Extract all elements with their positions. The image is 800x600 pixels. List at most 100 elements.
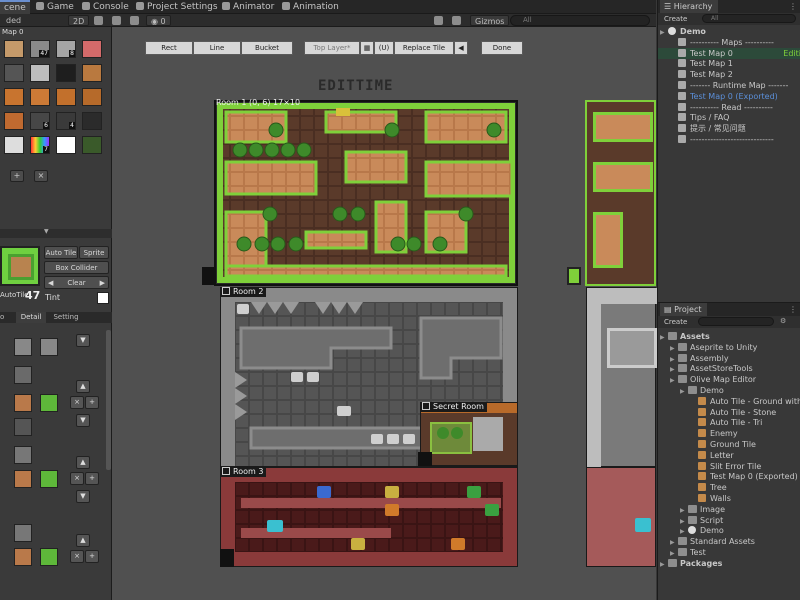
room-3[interactable] bbox=[220, 467, 518, 567]
tab-animation[interactable]: Animation bbox=[278, 0, 339, 14]
room-toggle-checkbox[interactable] bbox=[222, 287, 230, 295]
create-dropdown[interactable]: Create bbox=[664, 14, 687, 24]
expand-arrow-icon[interactable]: ▶ bbox=[680, 526, 688, 536]
rule-cell[interactable] bbox=[14, 446, 32, 464]
tab-detail[interactable]: Detail bbox=[16, 312, 46, 323]
room-toggle-checkbox[interactable] bbox=[422, 402, 430, 410]
add-tile-button[interactable]: + bbox=[10, 170, 24, 182]
project-item[interactable]: ▶ Assets bbox=[658, 331, 800, 342]
map-copy-room-2[interactable] bbox=[586, 287, 657, 468]
project-item[interactable]: Slit Error Tile bbox=[658, 461, 800, 472]
project-item[interactable]: ▶ Demo bbox=[658, 525, 800, 536]
tab-hierarchy[interactable]: ☰ Hierarchy bbox=[660, 0, 719, 13]
hierarchy-item[interactable]: Tips / FAQ bbox=[658, 112, 800, 123]
collapse-icon[interactable]: ▼ bbox=[44, 228, 49, 235]
project-item[interactable]: ▶ AssetStoreTools bbox=[658, 363, 800, 374]
project-item[interactable]: ▶ Image bbox=[658, 504, 800, 515]
project-search-input[interactable] bbox=[698, 317, 774, 326]
map-copy-handle[interactable] bbox=[567, 267, 581, 285]
panel-menu-icon[interactable]: ⋮ bbox=[789, 2, 797, 11]
arrow-right-icon[interactable]: ▶ bbox=[100, 277, 105, 289]
hierarchy-search-input[interactable]: All bbox=[702, 14, 796, 23]
expand-arrow-icon[interactable]: ▶ bbox=[670, 364, 678, 374]
move-up-button[interactable]: ▲ bbox=[76, 534, 90, 547]
expand-arrow-icon[interactable]: ▶ bbox=[660, 27, 668, 37]
arrow-left-icon[interactable]: ◀ bbox=[454, 41, 468, 55]
remove-tile-button[interactable]: × bbox=[34, 170, 48, 182]
bucket-tool-button[interactable]: Bucket bbox=[241, 41, 293, 55]
palette-tile[interactable] bbox=[82, 136, 102, 154]
remove-rule-button[interactable]: × bbox=[70, 472, 84, 485]
hierarchy-item[interactable]: ▶ Demo bbox=[658, 26, 800, 37]
expand-arrow-icon[interactable]: ▶ bbox=[670, 375, 678, 385]
palette-tile[interactable] bbox=[82, 112, 102, 130]
expand-arrow-icon[interactable]: ▶ bbox=[680, 516, 688, 526]
project-item[interactable]: ▶ Demo bbox=[658, 385, 800, 396]
palette-tile[interactable] bbox=[82, 88, 102, 106]
top-layer-dropdown[interactable]: Top Layer* bbox=[304, 41, 360, 55]
project-item[interactable]: ▶ Packages bbox=[658, 558, 800, 569]
palette-tile[interactable] bbox=[82, 64, 102, 82]
tab-setting[interactable]: Setting bbox=[48, 312, 84, 323]
tab-animator[interactable]: Animator bbox=[218, 0, 274, 14]
rule-cell[interactable] bbox=[40, 470, 58, 488]
rule-cell[interactable] bbox=[40, 394, 58, 412]
replace-tile-button[interactable]: Replace Tile bbox=[394, 41, 454, 55]
rect-tool-button[interactable]: Rect bbox=[145, 41, 193, 55]
shading-mode-dropdown[interactable]: ded bbox=[2, 15, 26, 26]
add-rule-button[interactable]: + bbox=[85, 472, 99, 485]
palette-tile[interactable]: 47 bbox=[30, 40, 50, 58]
tab-project-settings[interactable]: Project Settings bbox=[132, 0, 218, 14]
rule-cell[interactable] bbox=[14, 366, 32, 384]
palette-tile[interactable] bbox=[4, 112, 24, 130]
arrow-left-icon[interactable]: ◀ bbox=[48, 277, 53, 289]
move-up-button[interactable]: ▲ bbox=[76, 456, 90, 469]
move-down-button[interactable]: ▼ bbox=[76, 414, 90, 427]
project-item[interactable]: Walls bbox=[658, 493, 800, 504]
expand-arrow-icon[interactable]: ▶ bbox=[670, 343, 678, 353]
palette-tile[interactable] bbox=[30, 64, 50, 82]
rule-cell[interactable] bbox=[14, 418, 32, 436]
hierarchy-item[interactable]: ----------------------------- bbox=[658, 134, 800, 145]
map-copy-room-1[interactable] bbox=[585, 100, 656, 286]
rule-cell[interactable] bbox=[14, 524, 32, 542]
tab-scene[interactable]: cene bbox=[0, 0, 30, 14]
rule-cell[interactable] bbox=[40, 548, 58, 566]
rule-cell[interactable] bbox=[14, 470, 32, 488]
palette-tile[interactable] bbox=[56, 136, 76, 154]
tab-overview[interactable]: o bbox=[0, 312, 14, 323]
palette-tile[interactable] bbox=[4, 136, 24, 154]
tint-color-swatch[interactable] bbox=[97, 292, 109, 304]
hierarchy-item[interactable]: Test Map 0 (Exported) bbox=[658, 91, 800, 102]
tab-console[interactable]: Console bbox=[78, 0, 129, 14]
hierarchy-item[interactable]: Test Map 2 bbox=[658, 69, 800, 80]
camera-icon[interactable] bbox=[452, 16, 461, 25]
room-corner-handle[interactable] bbox=[202, 267, 216, 285]
line-tool-button[interactable]: Line bbox=[193, 41, 241, 55]
room-corner-handle[interactable] bbox=[220, 549, 234, 567]
project-item[interactable]: Ground Tile bbox=[658, 439, 800, 450]
project-item[interactable]: Test Map 0 (Exported) bbox=[658, 471, 800, 482]
add-rule-button[interactable]: + bbox=[85, 396, 99, 409]
gizmos-dropdown[interactable]: Gizmos bbox=[470, 15, 510, 26]
palette-tile[interactable]: 7 bbox=[30, 136, 50, 154]
palette-tile[interactable] bbox=[4, 88, 24, 106]
tools-icon[interactable] bbox=[434, 16, 443, 25]
rule-cell[interactable] bbox=[14, 548, 32, 566]
done-button[interactable]: Done bbox=[481, 41, 523, 55]
map-copy-room-3[interactable] bbox=[586, 467, 656, 567]
rule-cell[interactable] bbox=[40, 338, 58, 356]
move-down-button[interactable]: ▼ bbox=[76, 490, 90, 503]
room-toggle-checkbox[interactable] bbox=[222, 467, 230, 475]
rule-cell[interactable] bbox=[14, 394, 32, 412]
auto-tile-button[interactable]: Auto Tile bbox=[44, 246, 78, 259]
palette-tile[interactable] bbox=[56, 88, 76, 106]
left-scrollbar[interactable] bbox=[106, 330, 111, 470]
hierarchy-item[interactable]: ---------- Read ---------- bbox=[658, 102, 800, 113]
palette-tile[interactable] bbox=[4, 40, 24, 58]
project-item[interactable]: ▶ Test bbox=[658, 547, 800, 558]
hierarchy-item[interactable]: 提示 / 常见问题 bbox=[658, 123, 800, 134]
expand-arrow-icon[interactable]: ▶ bbox=[660, 559, 668, 569]
project-item[interactable]: ▶ Script bbox=[658, 515, 800, 526]
layer-index[interactable]: (U) bbox=[374, 41, 394, 55]
